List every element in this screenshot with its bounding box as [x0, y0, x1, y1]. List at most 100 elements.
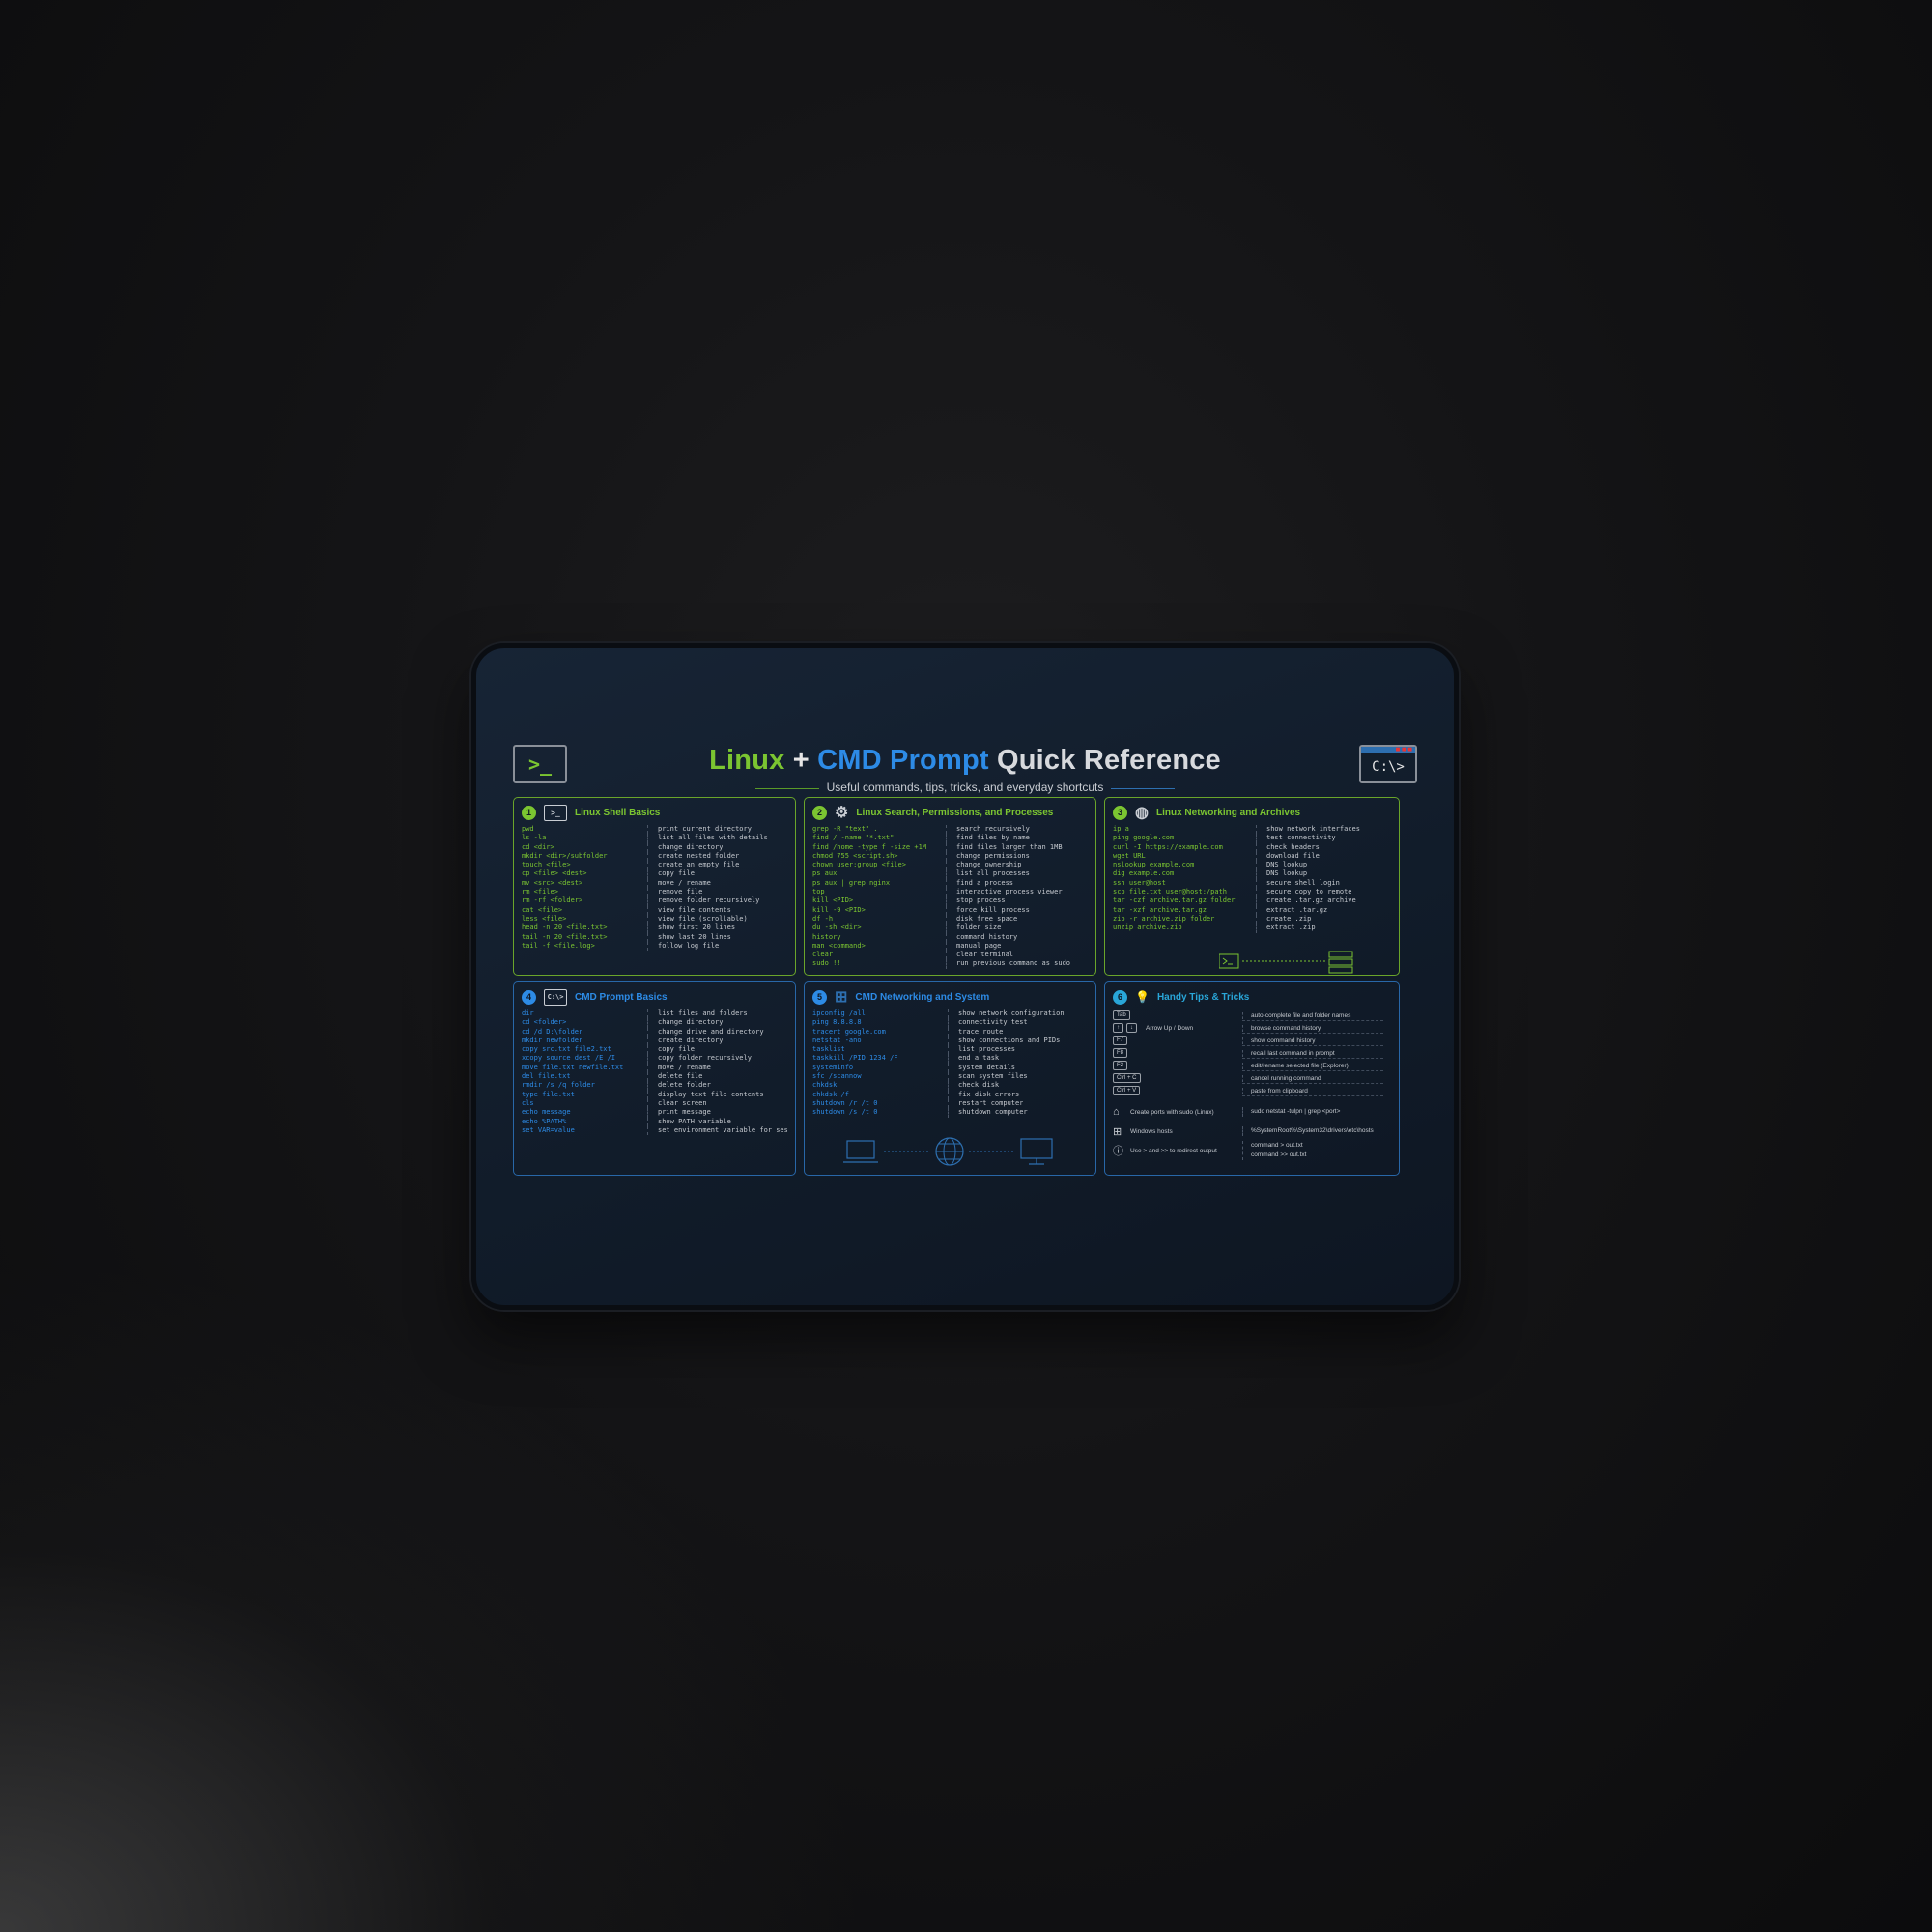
- tip-row: F7 show command history: [1113, 1035, 1391, 1046]
- gear-icon: ⚙: [835, 805, 849, 821]
- command-row: find / -name "*.txt" find files by name: [812, 834, 1088, 843]
- command-row: top interactive process viewer: [812, 888, 1088, 897]
- command-row: df -h disk free space: [812, 914, 1088, 924]
- command-description: check disk: [948, 1081, 999, 1091]
- command-description: list all processes: [946, 869, 1030, 879]
- command-row: tasklist list processes: [812, 1045, 1088, 1055]
- keycap: Ctrl + V: [1113, 1086, 1141, 1095]
- panel-linux-networking-archives: 3 ◍ Linux Networking and Archives ip a sh…: [1104, 797, 1400, 976]
- command-text: ipconfig /all: [812, 1009, 866, 1017]
- command-description: system details: [948, 1063, 1015, 1073]
- panel-linux-search-permissions: 2 ⚙ Linux Search, Permissions, and Proce…: [804, 797, 1096, 976]
- command-description: follow log file: [647, 941, 719, 952]
- command-text: netstat -ano: [812, 1036, 862, 1044]
- command-description: DNS lookup: [1256, 869, 1307, 879]
- command-row: tail -f <file.log> follow log file: [522, 941, 787, 952]
- command-description: move / rename: [647, 1063, 711, 1073]
- command-description: copy file: [647, 869, 695, 879]
- tip-label: Create ports with sudo (Linux): [1130, 1108, 1214, 1116]
- command-row: cat <file> view file contents: [522, 905, 787, 915]
- command-list: pwd print current directory ls -la list all…: [522, 825, 787, 952]
- command-description: find files larger than 1MB: [946, 842, 1063, 852]
- command-row: tar -xzf archive.tar.gz extract .tar.gz: [1113, 905, 1391, 915]
- command-row: ssh user@host secure shell login: [1113, 878, 1391, 889]
- command-text: unzip archive.zip: [1113, 923, 1182, 932]
- command-text: ping 8.8.8.8: [812, 1018, 862, 1027]
- command-description: stop process: [946, 896, 1006, 906]
- command-text: dir: [522, 1009, 534, 1017]
- command-row: shutdown /s /t 0 shutdown computer: [812, 1108, 1088, 1118]
- command-description: print current directory: [647, 825, 752, 835]
- command-row: ip a show network interfaces: [1113, 825, 1391, 835]
- command-description: secure copy to remote: [1256, 888, 1352, 897]
- command-text: tasklist: [812, 1045, 845, 1054]
- command-description: interactive process viewer: [946, 888, 1063, 897]
- command-text: curl -I https://example.com: [1113, 842, 1223, 851]
- command-row: cd /d D:\folder change drive and director…: [522, 1027, 787, 1037]
- info-icon: ⓘ: [1113, 1146, 1123, 1157]
- tip-description: browse command history: [1242, 1024, 1321, 1032]
- tip-extra-row: ⌂ Create ports with sudo (Linux) sudo nets…: [1113, 1103, 1391, 1121]
- command-row: grep -R "text" . search recursively: [812, 825, 1088, 835]
- command-text: touch <file>: [522, 861, 571, 869]
- command-description: list all files with details: [647, 834, 768, 843]
- command-description: folder size: [946, 923, 1001, 933]
- divider: [1242, 1095, 1383, 1096]
- command-description: remove folder recursively: [647, 896, 759, 906]
- command-description: scan system files: [948, 1072, 1028, 1082]
- command-text: shutdown /s /t 0: [812, 1108, 878, 1117]
- command-list: ipconfig /all show network configuration p…: [812, 1009, 1088, 1118]
- command-description: force kill process: [946, 905, 1030, 915]
- cmd-icon: C:\>: [544, 988, 567, 1006]
- command-description: run previous command as sudo: [946, 959, 1070, 969]
- command-row: ipconfig /all show network configuration: [812, 1009, 1088, 1019]
- panel-number: 4: [522, 989, 536, 1005]
- command-row: cls clear screen: [522, 1098, 787, 1109]
- command-text: tail -f <file.log>: [522, 941, 595, 950]
- command-row: shutdown /r /t 0 restart computer: [812, 1098, 1088, 1109]
- command-description: create directory: [647, 1036, 723, 1046]
- command-description: display text file contents: [647, 1090, 764, 1099]
- command-text: rmdir /s /q folder: [522, 1081, 595, 1090]
- command-row: cd <folder> change directory: [522, 1018, 787, 1028]
- globe-icon: ◍: [1135, 805, 1149, 821]
- command-text: rm <file>: [522, 888, 558, 896]
- command-description: move / rename: [647, 878, 711, 889]
- command-row: man <command> manual page: [812, 941, 1088, 952]
- command-list: dir list files and folders cd <folder> chan…: [522, 1009, 787, 1136]
- panel-handy-tips: 6 💡 Handy Tips & Tricks Tab auto-complete…: [1104, 981, 1400, 1176]
- command-row: ping 8.8.8.8 connectivity test: [812, 1018, 1088, 1028]
- command-row: copy src.txt file2.txt copy file: [522, 1045, 787, 1055]
- command-text: ls -la: [522, 834, 547, 842]
- tip-description-line: sudo netstat -tulpn | grep <port>: [1251, 1108, 1341, 1115]
- command-description: change ownership: [946, 861, 1021, 870]
- command-text: head -n 20 <file.txt>: [522, 923, 608, 932]
- tip-label: Windows hosts: [1130, 1127, 1173, 1135]
- keycap: F8: [1113, 1048, 1128, 1058]
- header: Linux + CMD Prompt Quick Reference Usefu…: [476, 745, 1454, 795]
- command-text: scp file.txt user@host:/path: [1113, 888, 1228, 896]
- command-row: unzip archive.zip extract .zip: [1113, 923, 1391, 933]
- command-row: type file.txt display text file contents: [522, 1090, 787, 1099]
- command-description: list files and folders: [647, 1009, 748, 1019]
- keycap: Tab: [1113, 1010, 1130, 1020]
- command-text: ip a: [1113, 825, 1129, 833]
- command-description: delete folder: [647, 1081, 711, 1091]
- command-row: touch <file> create an empty file: [522, 861, 787, 870]
- command-row: scp file.txt user@host:/path secure copy …: [1113, 888, 1391, 897]
- command-text: sudo !!: [812, 959, 841, 968]
- command-text: cp <file> <dest>: [522, 869, 587, 878]
- command-row: rm <file> remove file: [522, 888, 787, 897]
- tip-row: ↑ ↓ Arrow Up / Down browse command history: [1113, 1022, 1391, 1034]
- command-row: cp <file> <dest> copy file: [522, 869, 787, 879]
- divider: [1242, 1033, 1383, 1034]
- command-row: sfc /scannow scan system files: [812, 1072, 1088, 1082]
- command-list: grep -R "text" . search recursively find /…: [812, 825, 1088, 969]
- tips-list: Tab auto-complete file and folder names ↑ ↓…: [1113, 1009, 1391, 1172]
- command-row: move file.txt newfile.txt move / rename: [522, 1063, 787, 1073]
- command-description: list processes: [948, 1045, 1015, 1055]
- subtitle: Useful commands, tips, tricks, and every…: [754, 781, 1176, 794]
- command-text: tail -n 20 <file.txt>: [522, 932, 608, 941]
- tip-description-line: command >> out.txt: [1251, 1151, 1307, 1158]
- command-description: find a process: [946, 878, 1013, 889]
